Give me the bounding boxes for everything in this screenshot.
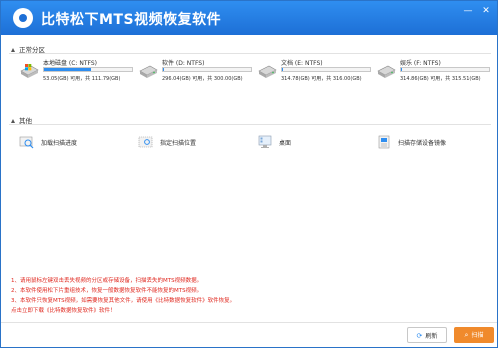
search-icon: ⌕ <box>464 331 469 339</box>
windows-drive-icon <box>20 64 39 78</box>
scan-label: 扫描 <box>471 332 484 339</box>
drive-e[interactable]: 文档 (E: NTFS) 314.78(GB) 可用，共 316.00(GB) <box>257 58 372 86</box>
drive-capacity: 314.78(GB) 可用，共 316.00(GB) <box>281 76 362 82</box>
refresh-icon: ⟳ <box>416 332 423 340</box>
hard-drive-icon <box>377 65 396 78</box>
drive-usage-bar <box>400 67 490 72</box>
divider <box>1 322 497 323</box>
hard-drive-icon <box>258 65 277 78</box>
divider <box>9 124 491 125</box>
scan-button[interactable]: ⌕ 扫描 <box>454 327 494 343</box>
usage-notes: 1、请用鼠标左键双击丢失视频的分区或存储设备，扫描丢失的MTS视频数据。 2、本… <box>11 276 235 316</box>
note-line: 3、本软件只恢复MTS视频，如需要恢复其他文件，请使用《比特数据恢复软件》软件恢… <box>11 298 236 304</box>
drive-usage-fill <box>282 68 283 71</box>
app-logo-icon <box>13 8 33 28</box>
refresh-label: 刷新 <box>425 333 438 340</box>
note-line: 1、请用鼠标左键双击丢失视频的分区或存储设备，扫描丢失的MTS视频数据。 <box>11 278 203 284</box>
disk-image-icon <box>378 135 390 149</box>
note-line: 2、本软件使用松下片重组技术，恢复一般数据恢复软件不能恢复的MTS视频。 <box>11 288 203 294</box>
other-label: 加载扫描进度 <box>41 140 78 147</box>
drive-usage-bar <box>281 67 371 72</box>
other-label: 扫描存储设备镜像 <box>398 140 447 147</box>
drive-usage-fill <box>44 68 91 71</box>
download-link[interactable]: 点击立即下载《比特数据恢复软件》软件！ <box>11 306 235 316</box>
minimize-button[interactable]: — <box>461 5 475 17</box>
collapse-arrow-icon <box>11 48 15 52</box>
close-button[interactable]: ✕ <box>479 5 493 17</box>
collapse-arrow-icon <box>11 119 15 123</box>
drive-usage-bar <box>162 67 252 72</box>
drive-d[interactable]: 软件 (D: NTFS) 296.04(GB) 可用，共 300.00(GB) <box>138 58 253 86</box>
drive-label: 娱乐 (F: NTFS) <box>400 60 441 67</box>
other-label: 指定扫描位置 <box>160 140 197 147</box>
drive-f[interactable]: 娱乐 (F: NTFS) 314.86(GB) 可用，共 315.51(GB) <box>376 58 491 86</box>
drive-usage-fill <box>163 68 164 71</box>
drive-capacity: 314.86(GB) 可用，共 315.51(GB) <box>400 76 481 82</box>
drive-capacity: 53.05(GB) 可用，共 111.79(GB) <box>43 76 121 82</box>
refresh-button[interactable]: ⟳ 刷新 <box>407 327 447 343</box>
drive-capacity: 296.04(GB) 可用，共 300.00(GB) <box>162 76 243 82</box>
hard-drive-icon <box>139 65 158 78</box>
folder-location-icon <box>138 136 153 148</box>
app-window: 比特松下MTS视频恢复软件 — ✕ 正常分区 本地磁盘 (C: NTFS) 53… <box>0 0 498 348</box>
other-label: 桌面 <box>279 140 292 147</box>
title-bar: 比特松下MTS视频恢复软件 — ✕ <box>1 1 497 35</box>
drive-label: 文档 (E: NTFS) <box>281 60 323 67</box>
divider <box>9 53 491 54</box>
drive-usage-fill <box>401 68 402 71</box>
drive-usage-bar <box>43 67 133 72</box>
drive-label: 本地磁盘 (C: NTFS) <box>43 60 98 67</box>
app-title: 比特松下MTS视频恢复软件 <box>41 12 222 28</box>
load-progress-icon <box>19 136 34 149</box>
drive-label: 软件 (D: NTFS) <box>162 60 205 67</box>
desktop-icon <box>258 135 272 148</box>
drive-c[interactable]: 本地磁盘 (C: NTFS) 53.05(GB) 可用，共 111.79(GB) <box>19 58 134 86</box>
